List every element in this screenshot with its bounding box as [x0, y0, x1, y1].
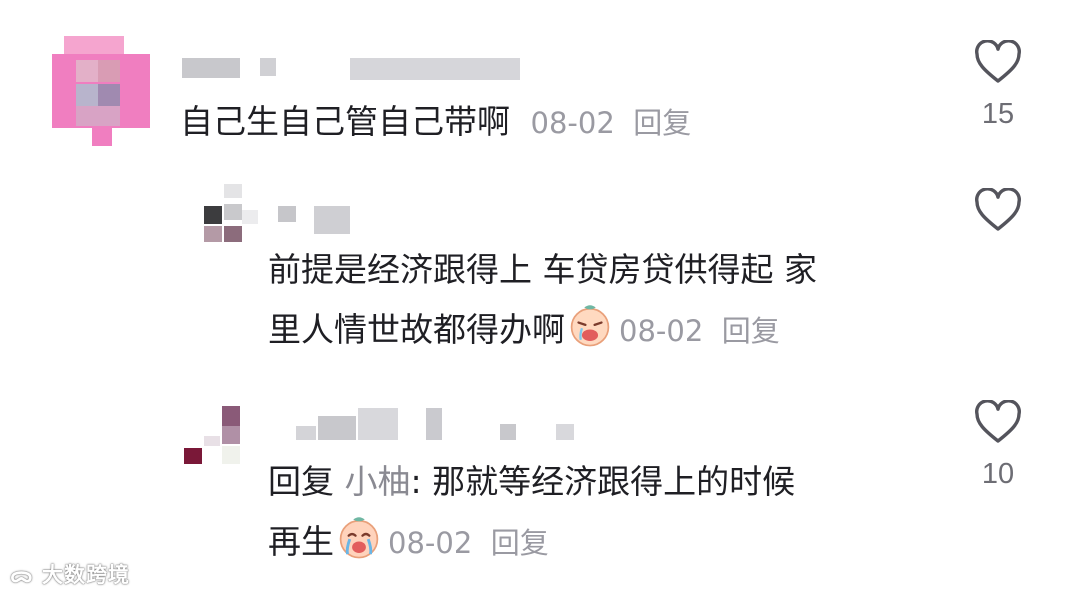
- comment-date: 08-02: [619, 314, 704, 348]
- reply-button[interactable]: 回复: [491, 526, 549, 560]
- heart-outline-icon: [975, 40, 1021, 83]
- comment-body-line-2: 里人情世故都得办啊: [268, 310, 565, 349]
- comment-text: 前提是经济跟得上 车贷房贷供得起 家 里人情世故都得办啊 08-02 回复: [268, 240, 817, 361]
- crying-face-emoji: [339, 517, 379, 559]
- heart-outline-icon: [975, 188, 1021, 231]
- comment-body: 自己生自己管自己带啊: [180, 102, 510, 141]
- reply-prefix: 回复: [268, 462, 334, 501]
- like-button[interactable]: 15: [968, 40, 1028, 131]
- username-blurred[interactable]: [278, 202, 358, 234]
- heart-outline-icon: [975, 400, 1021, 443]
- comment-body-line-1: 前提是经济跟得上 车贷房贷供得起 家: [268, 250, 817, 289]
- username-blurred[interactable]: [182, 58, 522, 82]
- comment-2: 前提是经济跟得上 车贷房贷供得起 家 里人情世故都得办啊 08-02 回复: [0, 170, 1080, 370]
- avatar[interactable]: [184, 406, 244, 464]
- watermark-logo-icon: ᯅ: [10, 563, 34, 587]
- reply-button[interactable]: 回复: [722, 314, 780, 348]
- like-button[interactable]: [968, 188, 1028, 246]
- comment-body-line-1: : 那就等经济跟得上的时候: [410, 462, 796, 501]
- comment-body-line-2-row: 里人情世故都得办啊 08-02 回复: [268, 300, 817, 361]
- avatar[interactable]: [52, 36, 150, 146]
- comment-text: 回复 小柚: 那就等经济跟得上的时候 再生 08-02 回复: [268, 452, 795, 573]
- watermark-text: 大数跨境: [42, 563, 130, 587]
- like-button[interactable]: 10: [968, 400, 1028, 491]
- comment-body-line-2: 再生: [268, 522, 334, 561]
- crying-face-emoji: [570, 305, 610, 347]
- comment-date: 08-02: [388, 526, 473, 560]
- username-blurred[interactable]: [296, 408, 586, 442]
- like-count: 15: [981, 98, 1015, 130]
- comment-3: 回复 小柚: 那就等经济跟得上的时候 再生 08-02 回复 10: [0, 392, 1080, 582]
- mention-link[interactable]: 小柚: [345, 462, 411, 501]
- comment-1: 自己生自己管自己带啊 08-02 回复 15: [0, 0, 1080, 170]
- comment-body-line-2-row: 再生 08-02 回复: [268, 512, 795, 573]
- like-count: 10: [981, 458, 1015, 490]
- comment-body-line-1-row: 回复 小柚: 那就等经济跟得上的时候: [268, 452, 795, 512]
- comment-date: 08-02: [530, 106, 615, 140]
- watermark: ᯅ 大数跨境: [10, 559, 130, 589]
- comment-text: 自己生自己管自己带啊 08-02 回复: [180, 92, 691, 153]
- reply-button[interactable]: 回复: [633, 106, 691, 140]
- avatar[interactable]: [200, 184, 260, 242]
